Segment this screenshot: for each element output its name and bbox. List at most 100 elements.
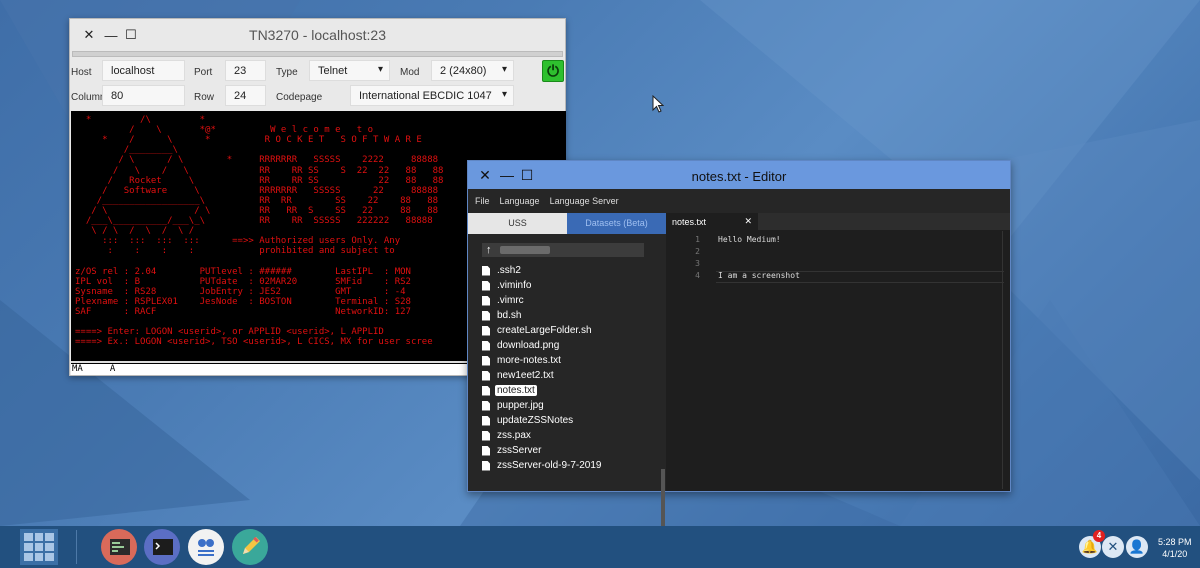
codepage-value: International EBCDIC 1047	[359, 90, 492, 102]
file-tree-panel: USS Datasets (Beta) ↑ .ssh2 .viminfo .vimr…	[468, 213, 666, 541]
menu-language-server[interactable]: Language Server	[550, 196, 619, 206]
close-icon[interactable]: ✕	[476, 167, 494, 184]
file-name: notes.txt	[495, 385, 537, 396]
terminal-line: IPL vol : B PUTdate : 02MAR20 SMFid : RS…	[75, 276, 411, 287]
terminal-line: / Rocket \ RR RR SS 22 88 88	[75, 175, 444, 186]
codepage-select[interactable]: International EBCDIC 1047	[350, 85, 514, 106]
code-scrollbar[interactable]	[1002, 231, 1008, 489]
port-field[interactable]: 23	[225, 60, 266, 81]
file-name: zss.pax	[497, 430, 531, 441]
file-name: .ssh2	[497, 265, 521, 276]
file-icon	[482, 325, 490, 336]
codepage-label: Codepage	[276, 92, 323, 103]
file-icon	[482, 430, 490, 441]
editor-title: notes.txt - Editor	[691, 169, 787, 184]
file-icon	[482, 370, 490, 381]
maximize-icon[interactable]: ☐	[122, 27, 140, 43]
file-list-item[interactable]: zss.pax	[482, 428, 657, 443]
user-icon[interactable]: 👤	[1126, 536, 1148, 558]
terminal-line: ::: ::: ::: ::: ==>> Authorized users On…	[75, 236, 401, 247]
code-editor[interactable]: notes.txt ✕ 1 Hello Medium! 2 3 4 I am a scre…	[666, 213, 1010, 491]
file-icon	[482, 295, 490, 306]
file-list-item[interactable]: zssServer-old-9-7-2019	[482, 458, 657, 473]
editor-tab-bar: notes.txt ✕	[666, 213, 1010, 230]
code-line: 2	[666, 247, 1010, 259]
tab-uss[interactable]: USS	[468, 213, 567, 234]
path-text-redacted	[499, 246, 550, 254]
maximize-icon[interactable]: ☐	[518, 167, 536, 184]
file-list-item[interactable]: .vimrc	[482, 293, 657, 308]
file-name: zssServer	[497, 445, 542, 456]
file-list-item[interactable]: .viminfo	[482, 278, 657, 293]
file-icon	[482, 280, 490, 291]
tab-datasets[interactable]: Datasets (Beta)	[567, 213, 666, 234]
terminal-line: / \ / \ RR RR SS S 22 22 88 88	[75, 165, 444, 176]
terminal-line: / \ *@* W e l c o m e t o	[75, 125, 374, 136]
editor-app-icon[interactable]	[232, 529, 268, 565]
terminal-line: \ / \ / \ / \ /	[75, 226, 195, 237]
minimize-icon[interactable]: —	[498, 167, 516, 183]
file-name: .vimrc	[497, 295, 524, 306]
clock-time: 5:28 PM	[1158, 537, 1192, 547]
file-icon	[482, 385, 490, 396]
path-bar[interactable]: ↑	[482, 243, 644, 257]
editor-tab-notes[interactable]: notes.txt ✕	[666, 213, 758, 230]
line-number: 1	[695, 235, 700, 244]
editor-titlebar[interactable]: ✕ — ☐ notes.txt - Editor	[468, 161, 1010, 189]
app-launcher-button[interactable]	[20, 529, 58, 565]
menu-language[interactable]: Language	[500, 196, 540, 206]
file-list-item[interactable]: more-notes.txt	[482, 353, 657, 368]
type-select[interactable]: Telnet	[309, 60, 390, 81]
terminal-line: * / \ * R O C K E T S O F T W A R E	[75, 135, 422, 146]
mod-select[interactable]: 2 (24x80)	[431, 60, 514, 81]
terminal-line: : : : : prohibited and subject to	[75, 246, 395, 257]
close-tab-icon[interactable]: ✕	[744, 216, 752, 227]
file-list-item[interactable]: .ssh2	[482, 263, 657, 278]
column-field[interactable]: 80	[102, 85, 185, 106]
file-list-item[interactable]: zssServer	[482, 443, 657, 458]
minimize-icon[interactable]: —	[102, 28, 120, 43]
tn3270-titlebar[interactable]: ✕ — ☐ TN3270 - localhost:23	[70, 19, 565, 51]
file-icon	[482, 445, 490, 456]
menu-file[interactable]: File	[475, 196, 490, 206]
file-list-item[interactable]: updateZSSNotes	[482, 413, 657, 428]
file-name: createLargeFolder.sh	[497, 325, 592, 336]
mod-value: 2 (24x80)	[440, 65, 487, 77]
tools-icon[interactable]: ✕	[1102, 536, 1124, 558]
file-list-item[interactable]: new1eet2.txt	[482, 368, 657, 383]
line-number: 4	[695, 271, 700, 280]
terminal-app-icon[interactable]	[144, 529, 180, 565]
terminal-line: z/OS rel : 2.04 PUTlevel : ###### LastIP…	[75, 266, 411, 277]
file-list-item[interactable]: bd.sh	[482, 308, 657, 323]
file-icon	[482, 355, 490, 366]
host-field[interactable]: localhost	[102, 60, 185, 81]
line-number: 2	[695, 247, 700, 256]
column-label: Column	[71, 92, 106, 103]
file-list-item[interactable]: pupper.jpg	[482, 398, 657, 413]
line-content: I am a screenshot	[718, 271, 800, 280]
terminal-line: /__________________\ RR RR SS 22 88 88	[75, 195, 439, 206]
file-list-item[interactable]: createLargeFolder.sh	[482, 323, 657, 338]
explorer-app-icon[interactable]	[188, 529, 224, 565]
file-list-item[interactable]: download.png	[482, 338, 657, 353]
file-name: pupper.jpg	[497, 400, 544, 411]
taskbar-divider	[76, 530, 77, 564]
file-name: updateZSSNotes	[497, 415, 574, 426]
file-name: more-notes.txt	[497, 355, 561, 366]
terminal-line: / \ / \ * RRRRRRR SSSSS 2222 88888	[75, 155, 439, 166]
terminal-line: ====> Ex.: LOGON <userid>, TSO <userid>,…	[75, 337, 433, 348]
file-list-item[interactable]: notes.txt	[482, 383, 657, 398]
tn3270-app-icon[interactable]	[101, 529, 137, 565]
terminal-line: / \ / \ RR RR S SS 22 88 88	[75, 205, 439, 216]
editor-tab-label: notes.txt	[672, 216, 707, 227]
file-name: new1eet2.txt	[497, 370, 554, 381]
close-icon[interactable]: ✕	[80, 27, 98, 43]
power-button[interactable]: ⏻	[542, 60, 564, 82]
file-tree-tabs: USS Datasets (Beta)	[468, 213, 666, 234]
terminal-line: SAF : RACF NetworkID: 127	[75, 306, 411, 317]
up-arrow-icon[interactable]: ↑	[486, 244, 492, 256]
file-icon	[482, 340, 490, 351]
row-field[interactable]: 24	[225, 85, 266, 106]
file-name: .viminfo	[497, 280, 532, 291]
editor-window[interactable]: ✕ — ☐ notes.txt - Editor File Language L…	[467, 160, 1011, 541]
